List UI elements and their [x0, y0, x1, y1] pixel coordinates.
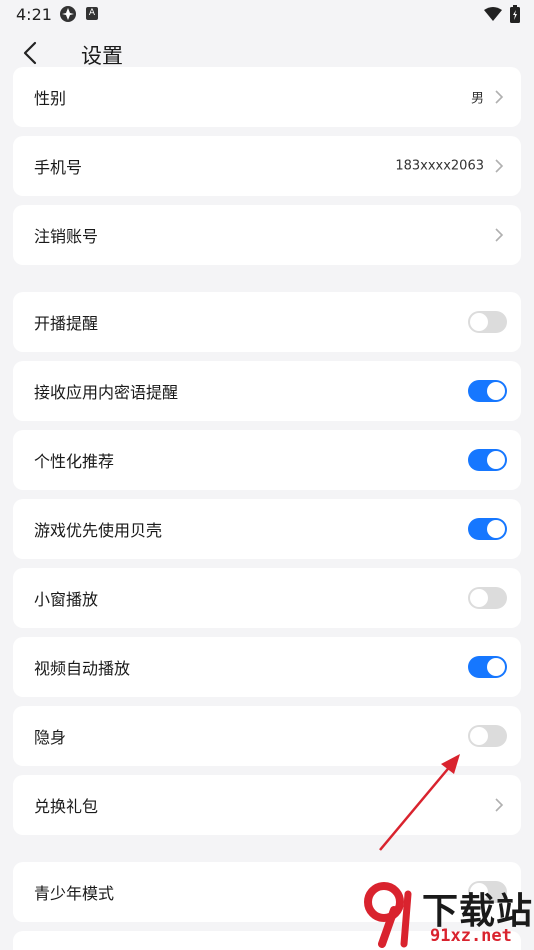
row-label: 青少年模式 [34, 884, 115, 903]
status-bar: 4:21 A [0, 0, 534, 28]
row-cancel-account[interactable]: 注销账号 [13, 205, 521, 265]
toggle-knob [487, 451, 505, 469]
wifi-icon [484, 7, 502, 21]
row-invisible: 隐身 [13, 706, 521, 766]
invisible-toggle[interactable] [468, 725, 507, 747]
back-icon[interactable] [16, 38, 46, 68]
secret-reminder-toggle[interactable] [468, 380, 507, 402]
toggle-knob [470, 589, 488, 607]
row-label: 小窗播放 [34, 590, 99, 609]
page-title: 设置 [81, 44, 123, 68]
notification-a-icon: A [86, 7, 98, 20]
autoplay-toggle[interactable] [468, 656, 507, 678]
row-gift-redeem[interactable]: 兑换礼包 [13, 775, 521, 835]
row-phone[interactable]: 手机号 183xxxx2063 [13, 136, 521, 196]
toggle-knob [487, 658, 505, 676]
row-label: 游戏优先使用贝壳 [34, 521, 163, 540]
row-live-reminder: 开播提醒 [13, 292, 521, 352]
row-label: 兑换礼包 [34, 797, 99, 816]
chevron-right-icon [495, 228, 504, 242]
watermark: 下载站 91xz.net [360, 880, 534, 950]
row-label: 注销账号 [34, 227, 99, 246]
chevron-right-icon [495, 798, 504, 812]
row-mini-window: 小窗播放 [13, 568, 521, 628]
row-autoplay: 视频自动播放 [13, 637, 521, 697]
row-label: 开播提醒 [34, 314, 99, 333]
personalized-toggle[interactable] [468, 449, 507, 471]
watermark-logo-icon [364, 882, 412, 948]
chevron-right-icon [495, 90, 504, 104]
toggle-knob [487, 520, 505, 538]
row-gender[interactable]: 性别 男 [13, 67, 521, 127]
row-label: 视频自动播放 [34, 659, 131, 678]
status-right-icons [484, 5, 520, 23]
toggle-knob [487, 382, 505, 400]
row-label: 手机号 [34, 158, 83, 177]
toggle-knob [470, 727, 488, 745]
live-reminder-toggle[interactable] [468, 311, 507, 333]
row-label: 接收应用内密语提醒 [34, 383, 179, 402]
row-secret-reminder: 接收应用内密语提醒 [13, 361, 521, 421]
row-personalized: 个性化推荐 [13, 430, 521, 490]
row-label: 个性化推荐 [34, 452, 115, 471]
gender-value: 男 [470, 91, 484, 107]
phone-value: 183xxxx2063 [395, 158, 484, 174]
status-time: 4:21 [16, 5, 52, 24]
row-label: 隐身 [34, 728, 67, 747]
app-notification-icon [60, 6, 76, 22]
row-label: 性别 [34, 89, 67, 108]
mini-window-toggle[interactable] [468, 587, 507, 609]
watermark-url: 91xz.net [430, 926, 512, 946]
row-shell-priority: 游戏优先使用贝壳 [13, 499, 521, 559]
toggle-knob [470, 313, 488, 331]
shell-priority-toggle[interactable] [468, 518, 507, 540]
chevron-right-icon [495, 159, 504, 173]
battery-icon [510, 5, 520, 23]
